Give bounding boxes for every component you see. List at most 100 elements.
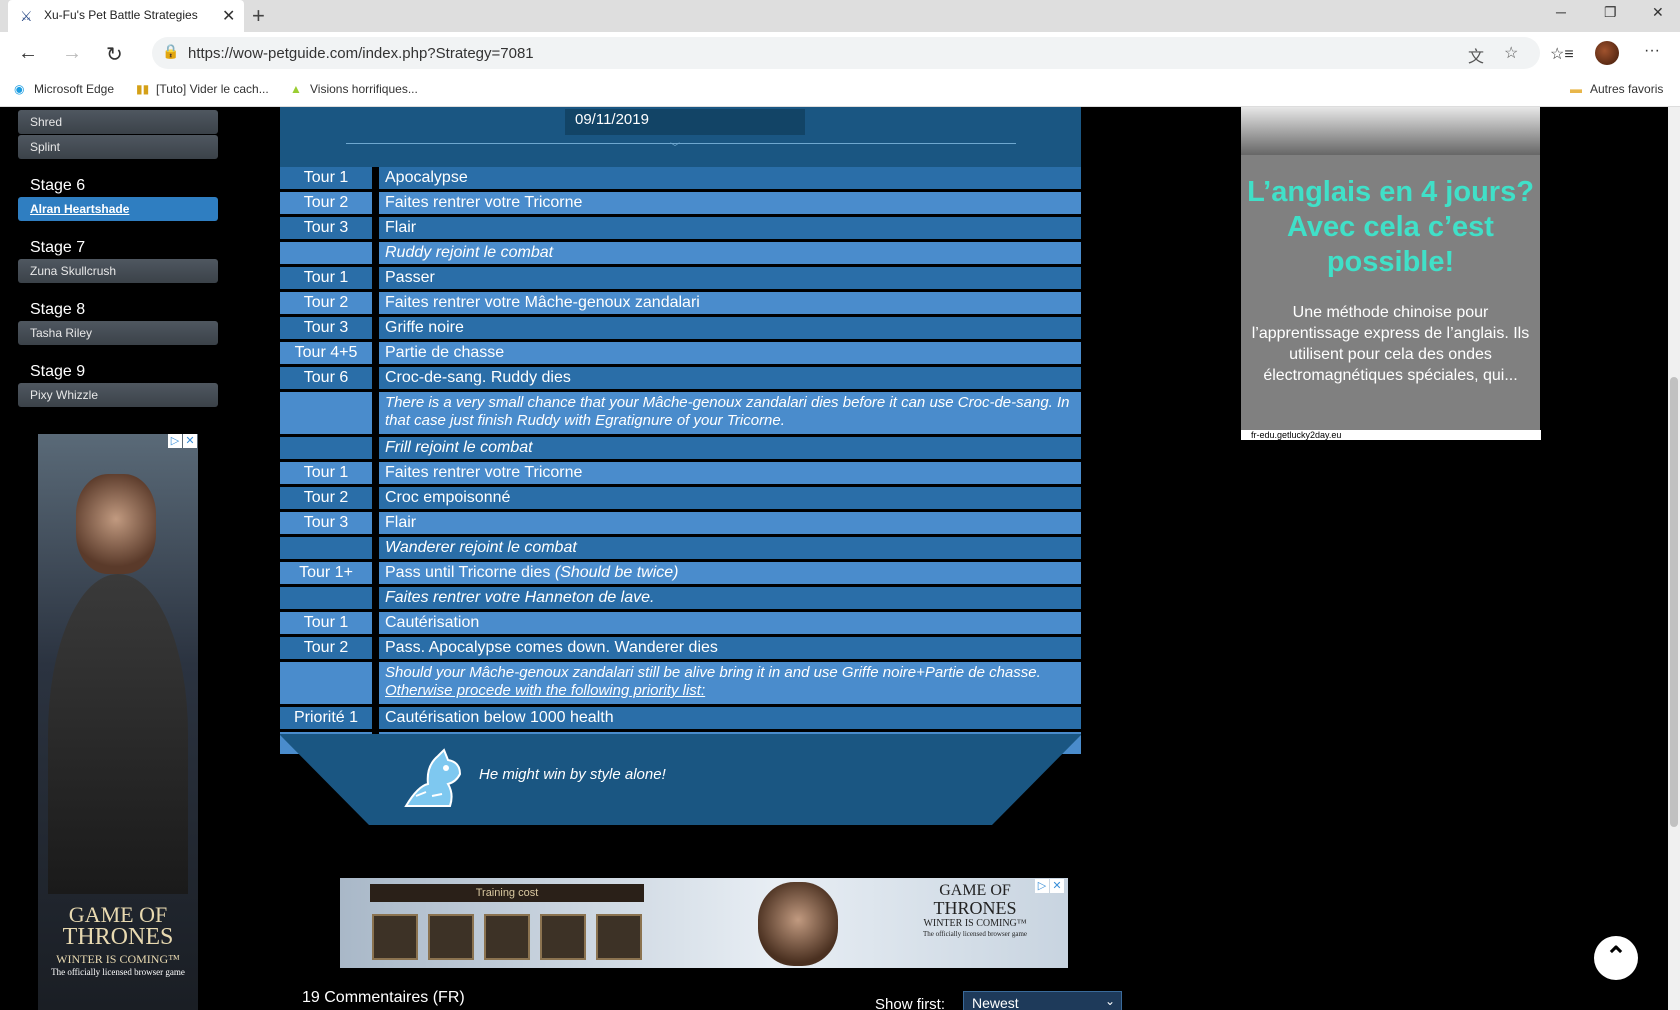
sidebar-item-tasha-riley[interactable]: Tasha Riley: [18, 321, 218, 345]
back-icon[interactable]: ←: [18, 42, 38, 65]
step-action-text: Passer: [385, 269, 435, 286]
translate-icon[interactable]: 文: [1468, 43, 1484, 67]
step-action: Pass. Apocalypse comes down. Wanderer di…: [379, 637, 1081, 659]
strategy-header: 09/11/2019 ﹀: [280, 107, 1081, 167]
strategy-step-row: Tour 3 Griffe noire: [280, 317, 1081, 339]
step-turn: Tour 4+5: [280, 342, 372, 364]
strategy-step-row: Priorité 1 Cautérisation below 1000 healt…: [280, 707, 1081, 729]
folder-icon: ▬: [1570, 82, 1582, 96]
step-action: Cautérisation below 1000 health: [379, 707, 1081, 729]
new-tab-icon[interactable]: +: [252, 3, 265, 29]
step-action-text: Frill rejoint le combat: [385, 439, 533, 456]
window-close-icon[interactable]: ✕: [1652, 4, 1664, 21]
step-action: Cautérisation: [379, 612, 1081, 634]
step-action-text: Griffe noire: [385, 319, 464, 336]
bookmarks-bar: ◉ Microsoft Edge ▮▮ [Tuto] Vider le cach..…: [0, 74, 1680, 107]
step-action: Faites rentrer votre Hanneton de lave.: [379, 587, 1081, 609]
helmet-item-icon: [372, 914, 418, 960]
restore-icon[interactable]: ❐: [1604, 4, 1617, 21]
favorites-list-icon[interactable]: ☆≡: [1550, 44, 1574, 64]
sidebar-item-zuna-skullcrush[interactable]: Zuna Skullcrush: [18, 259, 218, 283]
scroll-item-icon: [540, 914, 586, 960]
profile-avatar[interactable]: [1595, 41, 1619, 65]
step-turn: Tour 6: [280, 367, 372, 389]
step-turn: Tour 3: [280, 512, 372, 534]
shield-item-icon: [484, 914, 530, 960]
page-scrollbar[interactable]: [1668, 107, 1680, 1010]
show-first-label: Show first:: [875, 996, 946, 1010]
comments-heading: 19 Commentaires (FR): [302, 989, 465, 1006]
step-action-text: Faites rentrer votre Tricorne: [385, 194, 583, 211]
step-action-text: Cautérisation below 1000 health: [385, 709, 614, 726]
adchoices-icon[interactable]: ▷: [1035, 879, 1049, 893]
refresh-icon[interactable]: ↻: [106, 42, 123, 67]
step-action: Flair: [379, 217, 1081, 239]
step-turn: [280, 437, 372, 459]
sidebar-item-splint[interactable]: Splint: [18, 135, 218, 159]
left-game-ad[interactable]: GAME OF THRONES WINTER IS COMING™ The of…: [38, 434, 198, 1010]
step-turn: Tour 3: [280, 217, 372, 239]
step-action-text: Wanderer rejoint le combat: [385, 539, 577, 556]
step-action: Wanderer rejoint le combat: [379, 537, 1081, 559]
bookmark-microsoft-edge[interactable]: ◉ Microsoft Edge: [14, 82, 114, 96]
strategy-step-row: Ruddy rejoint le combat: [280, 242, 1081, 264]
adchoices-icon[interactable]: ▷: [168, 434, 182, 448]
strategy-date: 09/11/2019: [565, 109, 805, 135]
step-action-text: Cautérisation: [385, 614, 480, 631]
ad-close-icon[interactable]: ✕: [183, 434, 197, 448]
chevron-down-icon: ⌄: [1104, 994, 1115, 1008]
step-action-text: Faites rentrer votre Tricorne: [385, 464, 583, 481]
training-cost-label: Training cost: [370, 884, 644, 902]
step-turn: [280, 662, 372, 704]
sidebar-item-shred[interactable]: Shred: [18, 110, 218, 134]
sidebar-item-pixy-whizzle[interactable]: Pixy Whizzle: [18, 383, 218, 407]
strategy-step-row: Tour 2 Faites rentrer votre Tricorne: [280, 192, 1081, 214]
step-turn: [280, 587, 372, 609]
priority-list-link[interactable]: Otherwise procede with the following pri…: [385, 682, 705, 699]
strategy-step-row: Should your Mâche-genoux zandalari still…: [280, 662, 1081, 704]
ad-character-cloak: [48, 574, 188, 894]
strategy-step-row: Faites rentrer votre Hanneton de lave.: [280, 587, 1081, 609]
ad-close-icon[interactable]: ✕: [1050, 879, 1064, 893]
step-action-text: Croc empoisonné: [385, 489, 511, 506]
sort-select[interactable]: Newest ⌄: [963, 991, 1122, 1010]
more-menu-icon[interactable]: ···: [1644, 42, 1660, 60]
header-divider: [346, 143, 1016, 144]
other-favorites[interactable]: ▬ Autres favoris: [1570, 82, 1663, 96]
stage-8-heading: Stage 8: [30, 301, 86, 318]
forward-icon[interactable]: →: [62, 42, 82, 65]
ad-brand-line2: THRONES: [933, 898, 1017, 918]
close-tab-icon[interactable]: ✕: [222, 6, 235, 26]
bookmark-site-icon: ▮▮: [136, 82, 150, 96]
scrollbar-thumb[interactable]: [1670, 377, 1678, 827]
ad-brand-line2: THRONES: [62, 924, 174, 950]
navigation-bar: ← → ↻ 🔒 https://wow-petguide.com/index.p…: [0, 32, 1680, 74]
ad-character-face: [76, 474, 156, 574]
browser-tab[interactable]: ⚔ Xu-Fu's Pet Battle Strategies ✕: [8, 0, 244, 32]
step-action: Partie de chasse: [379, 342, 1081, 364]
bookmark-visions[interactable]: ▲ Visions horrifiques...: [290, 82, 418, 96]
minimize-icon[interactable]: ─: [1556, 4, 1566, 20]
sidebar-item-alran-heartshade[interactable]: Alran Heartshade: [18, 197, 218, 221]
step-turn: Tour 2: [280, 487, 372, 509]
step-turn: Tour 1+: [280, 562, 372, 584]
scroll-to-top-button[interactable]: ⌃: [1594, 936, 1638, 980]
step-turn: Tour 3: [280, 317, 372, 339]
step-action-text: Flair: [385, 219, 417, 236]
strategy-step-row: Tour 2 Croc empoisonné: [280, 487, 1081, 509]
stage-9-heading: Stage 9: [30, 363, 86, 380]
strategy-step-row: Tour 3 Flair: [280, 217, 1081, 239]
strategy-footer: He might win by style alone!: [280, 734, 1081, 825]
step-action: Frill rejoint le combat: [379, 437, 1081, 459]
step-turn: Tour 1: [280, 462, 372, 484]
ad-subline: The officially licensed browser game: [51, 967, 185, 977]
address-bar[interactable]: 🔒 https://wow-petguide.com/index.php?Str…: [152, 37, 1540, 69]
bottom-game-ad[interactable]: Training cost GAME OF THRONES WINTER IS …: [340, 878, 1068, 968]
step-turn: Tour 1: [280, 612, 372, 634]
stage-6-heading: Stage 6: [30, 177, 86, 194]
bookmark-tuto[interactable]: ▮▮ [Tuto] Vider le cach...: [136, 82, 269, 96]
right-language-ad[interactable]: L’anglais en 4 jours? Avec cela c’est po…: [1241, 107, 1541, 440]
favorite-star-icon[interactable]: ☆: [1504, 43, 1518, 63]
weapon-item-icon: [596, 914, 642, 960]
ad-subline: The officially licensed browser game: [922, 930, 1028, 938]
